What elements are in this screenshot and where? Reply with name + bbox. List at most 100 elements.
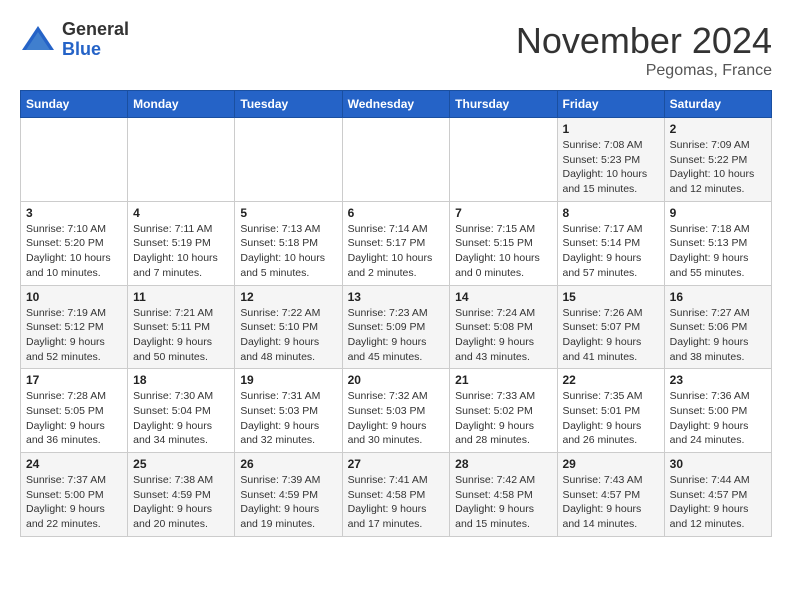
day-info: Sunrise: 7:33 AM Sunset: 5:02 PM Dayligh… (455, 389, 551, 448)
calendar-cell: 2 Sunrise: 7:09 AM Sunset: 5:22 PM Daylig… (664, 118, 771, 202)
day-number: 2 (670, 122, 766, 136)
day-info: Sunrise: 7:14 AM Sunset: 5:17 PM Dayligh… (348, 222, 445, 281)
calendar-cell: 12 Sunrise: 7:22 AM Sunset: 5:10 PM Dayli… (235, 285, 342, 369)
day-info: Sunrise: 7:08 AM Sunset: 5:23 PM Dayligh… (563, 138, 659, 197)
day-number: 16 (670, 290, 766, 304)
logo-text: General Blue (62, 20, 129, 60)
calendar-header: SundayMondayTuesdayWednesdayThursdayFrid… (21, 91, 772, 118)
day-number: 19 (240, 373, 336, 387)
calendar-cell: 23 Sunrise: 7:36 AM Sunset: 5:00 PM Dayli… (664, 369, 771, 453)
logo-blue: Blue (62, 40, 129, 60)
day-info: Sunrise: 7:37 AM Sunset: 5:00 PM Dayligh… (26, 473, 122, 532)
calendar-cell: 8 Sunrise: 7:17 AM Sunset: 5:14 PM Daylig… (557, 201, 664, 285)
calendar: SundayMondayTuesdayWednesdayThursdayFrid… (20, 90, 772, 537)
day-info: Sunrise: 7:39 AM Sunset: 4:59 PM Dayligh… (240, 473, 336, 532)
day-number: 30 (670, 457, 766, 471)
day-header-tuesday: Tuesday (235, 91, 342, 118)
day-info: Sunrise: 7:11 AM Sunset: 5:19 PM Dayligh… (133, 222, 229, 281)
day-number: 26 (240, 457, 336, 471)
calendar-cell: 7Sunrise: 7:15 AM Sunset: 5:15 PM Daylig… (450, 201, 557, 285)
calendar-week-2: 3 Sunrise: 7:10 AM Sunset: 5:20 PM Daylig… (21, 201, 772, 285)
title-block: November 2024 Pegomas, France (516, 20, 772, 80)
calendar-cell: 25 Sunrise: 7:38 AM Sunset: 4:59 PM Dayli… (128, 453, 235, 537)
calendar-cell: 1 Sunrise: 7:08 AM Sunset: 5:23 PM Daylig… (557, 118, 664, 202)
calendar-cell: 6 Sunrise: 7:14 AM Sunset: 5:17 PM Daylig… (342, 201, 450, 285)
day-number: 10 (26, 290, 122, 304)
day-info: Sunrise: 7:23 AM Sunset: 5:09 PM Dayligh… (348, 306, 445, 365)
calendar-cell: 11Sunrise: 7:21 AM Sunset: 5:11 PM Dayli… (128, 285, 235, 369)
day-number: 11 (133, 290, 229, 304)
calendar-cell: 27Sunrise: 7:41 AM Sunset: 4:58 PM Dayli… (342, 453, 450, 537)
calendar-cell: 26 Sunrise: 7:39 AM Sunset: 4:59 PM Dayli… (235, 453, 342, 537)
day-info: Sunrise: 7:17 AM Sunset: 5:14 PM Dayligh… (563, 222, 659, 281)
day-header-friday: Friday (557, 91, 664, 118)
location: Pegomas, France (516, 62, 772, 80)
logo-icon (20, 22, 56, 58)
day-number: 29 (563, 457, 659, 471)
logo-general: General (62, 20, 129, 40)
day-info: Sunrise: 7:32 AM Sunset: 5:03 PM Dayligh… (348, 389, 445, 448)
day-number: 1 (563, 122, 659, 136)
calendar-cell: 24 Sunrise: 7:37 AM Sunset: 5:00 PM Dayli… (21, 453, 128, 537)
calendar-cell (235, 118, 342, 202)
day-info: Sunrise: 7:38 AM Sunset: 4:59 PM Dayligh… (133, 473, 229, 532)
day-info: Sunrise: 7:30 AM Sunset: 5:04 PM Dayligh… (133, 389, 229, 448)
day-number: 13 (348, 290, 445, 304)
calendar-cell: 19 Sunrise: 7:31 AM Sunset: 5:03 PM Dayli… (235, 369, 342, 453)
day-number: 8 (563, 206, 659, 220)
calendar-cell: 28Sunrise: 7:42 AM Sunset: 4:58 PM Dayli… (450, 453, 557, 537)
day-info: Sunrise: 7:42 AM Sunset: 4:58 PM Dayligh… (455, 473, 551, 532)
calendar-cell: 17 Sunrise: 7:28 AM Sunset: 5:05 PM Dayli… (21, 369, 128, 453)
day-number: 7 (455, 206, 551, 220)
calendar-cell: 3 Sunrise: 7:10 AM Sunset: 5:20 PM Daylig… (21, 201, 128, 285)
logo: General Blue (20, 20, 129, 60)
calendar-cell: 16Sunrise: 7:27 AM Sunset: 5:06 PM Dayli… (664, 285, 771, 369)
day-number: 9 (670, 206, 766, 220)
day-info: Sunrise: 7:22 AM Sunset: 5:10 PM Dayligh… (240, 306, 336, 365)
calendar-week-4: 17 Sunrise: 7:28 AM Sunset: 5:05 PM Dayli… (21, 369, 772, 453)
day-number: 4 (133, 206, 229, 220)
day-info: Sunrise: 7:28 AM Sunset: 5:05 PM Dayligh… (26, 389, 122, 448)
calendar-body: 1 Sunrise: 7:08 AM Sunset: 5:23 PM Daylig… (21, 118, 772, 537)
day-info: Sunrise: 7:10 AM Sunset: 5:20 PM Dayligh… (26, 222, 122, 281)
day-info: Sunrise: 7:09 AM Sunset: 5:22 PM Dayligh… (670, 138, 766, 197)
calendar-cell: 21 Sunrise: 7:33 AM Sunset: 5:02 PM Dayli… (450, 369, 557, 453)
calendar-cell: 18Sunrise: 7:30 AM Sunset: 5:04 PM Dayli… (128, 369, 235, 453)
calendar-cell: 29 Sunrise: 7:43 AM Sunset: 4:57 PM Dayli… (557, 453, 664, 537)
day-number: 6 (348, 206, 445, 220)
calendar-cell (128, 118, 235, 202)
day-number: 23 (670, 373, 766, 387)
day-info: Sunrise: 7:44 AM Sunset: 4:57 PM Dayligh… (670, 473, 766, 532)
day-header-thursday: Thursday (450, 91, 557, 118)
calendar-cell: 5Sunrise: 7:13 AM Sunset: 5:18 PM Daylig… (235, 201, 342, 285)
header-row: SundayMondayTuesdayWednesdayThursdayFrid… (21, 91, 772, 118)
day-info: Sunrise: 7:43 AM Sunset: 4:57 PM Dayligh… (563, 473, 659, 532)
calendar-week-5: 24 Sunrise: 7:37 AM Sunset: 5:00 PM Dayli… (21, 453, 772, 537)
day-number: 24 (26, 457, 122, 471)
calendar-cell: 14Sunrise: 7:24 AM Sunset: 5:08 PM Dayli… (450, 285, 557, 369)
day-info: Sunrise: 7:36 AM Sunset: 5:00 PM Dayligh… (670, 389, 766, 448)
day-number: 12 (240, 290, 336, 304)
day-info: Sunrise: 7:31 AM Sunset: 5:03 PM Dayligh… (240, 389, 336, 448)
day-number: 22 (563, 373, 659, 387)
day-number: 25 (133, 457, 229, 471)
calendar-cell: 13 Sunrise: 7:23 AM Sunset: 5:09 PM Dayli… (342, 285, 450, 369)
calendar-cell: 10 Sunrise: 7:19 AM Sunset: 5:12 PM Dayli… (21, 285, 128, 369)
calendar-cell: 9Sunrise: 7:18 AM Sunset: 5:13 PM Daylig… (664, 201, 771, 285)
day-number: 27 (348, 457, 445, 471)
day-number: 15 (563, 290, 659, 304)
calendar-cell: 15 Sunrise: 7:26 AM Sunset: 5:07 PM Dayli… (557, 285, 664, 369)
calendar-cell: 30 Sunrise: 7:44 AM Sunset: 4:57 PM Dayli… (664, 453, 771, 537)
day-number: 21 (455, 373, 551, 387)
day-number: 3 (26, 206, 122, 220)
page-header: General Blue November 2024 Pegomas, Fran… (20, 20, 772, 80)
calendar-cell (450, 118, 557, 202)
day-info: Sunrise: 7:26 AM Sunset: 5:07 PM Dayligh… (563, 306, 659, 365)
calendar-cell: 20Sunrise: 7:32 AM Sunset: 5:03 PM Dayli… (342, 369, 450, 453)
day-info: Sunrise: 7:19 AM Sunset: 5:12 PM Dayligh… (26, 306, 122, 365)
day-header-wednesday: Wednesday (342, 91, 450, 118)
day-number: 17 (26, 373, 122, 387)
calendar-week-3: 10 Sunrise: 7:19 AM Sunset: 5:12 PM Dayli… (21, 285, 772, 369)
calendar-cell: 22Sunrise: 7:35 AM Sunset: 5:01 PM Dayli… (557, 369, 664, 453)
day-info: Sunrise: 7:24 AM Sunset: 5:08 PM Dayligh… (455, 306, 551, 365)
